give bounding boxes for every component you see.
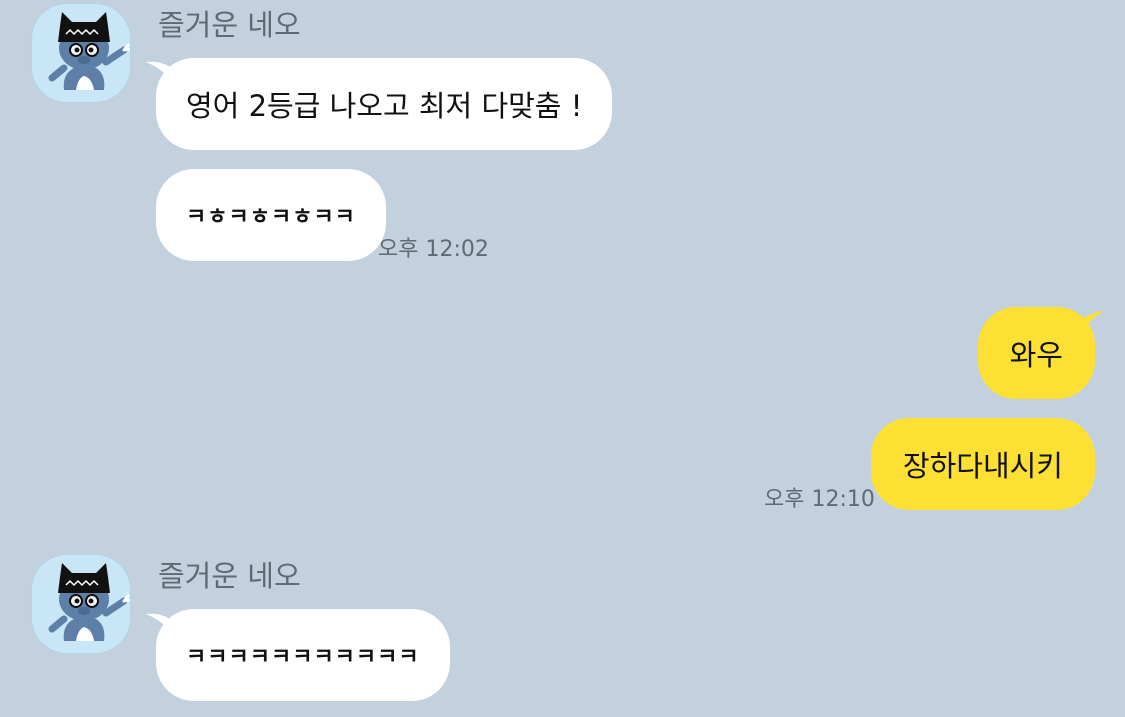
message-timestamp: 오후 12:02 (378, 237, 489, 262)
neo-character-avatar-icon (48, 12, 130, 90)
message-bubble[interactable]: ㅋㅋㅋㅋㅋㅋㅋㅋㅋㅋㅋ (156, 609, 450, 701)
neo-character-avatar-icon (48, 563, 130, 641)
sender-avatar[interactable] (31, 554, 131, 654)
message-bubble[interactable]: 장하다내시키 (870, 418, 1095, 510)
sender-name: 즐거운 네오 (158, 8, 301, 42)
message-bubble[interactable]: ㅋㅎㅋㅎㅋㅎㅋㅋ (156, 169, 386, 261)
sender-avatar[interactable] (31, 3, 131, 103)
sender-name: 즐거운 네오 (158, 559, 301, 593)
message-timestamp: 오후 12:10 (764, 487, 875, 512)
message-bubble[interactable]: 와우 (977, 307, 1095, 399)
message-bubble[interactable]: 영어 2등급 나오고 최저 다맞춤 ! (156, 58, 613, 150)
